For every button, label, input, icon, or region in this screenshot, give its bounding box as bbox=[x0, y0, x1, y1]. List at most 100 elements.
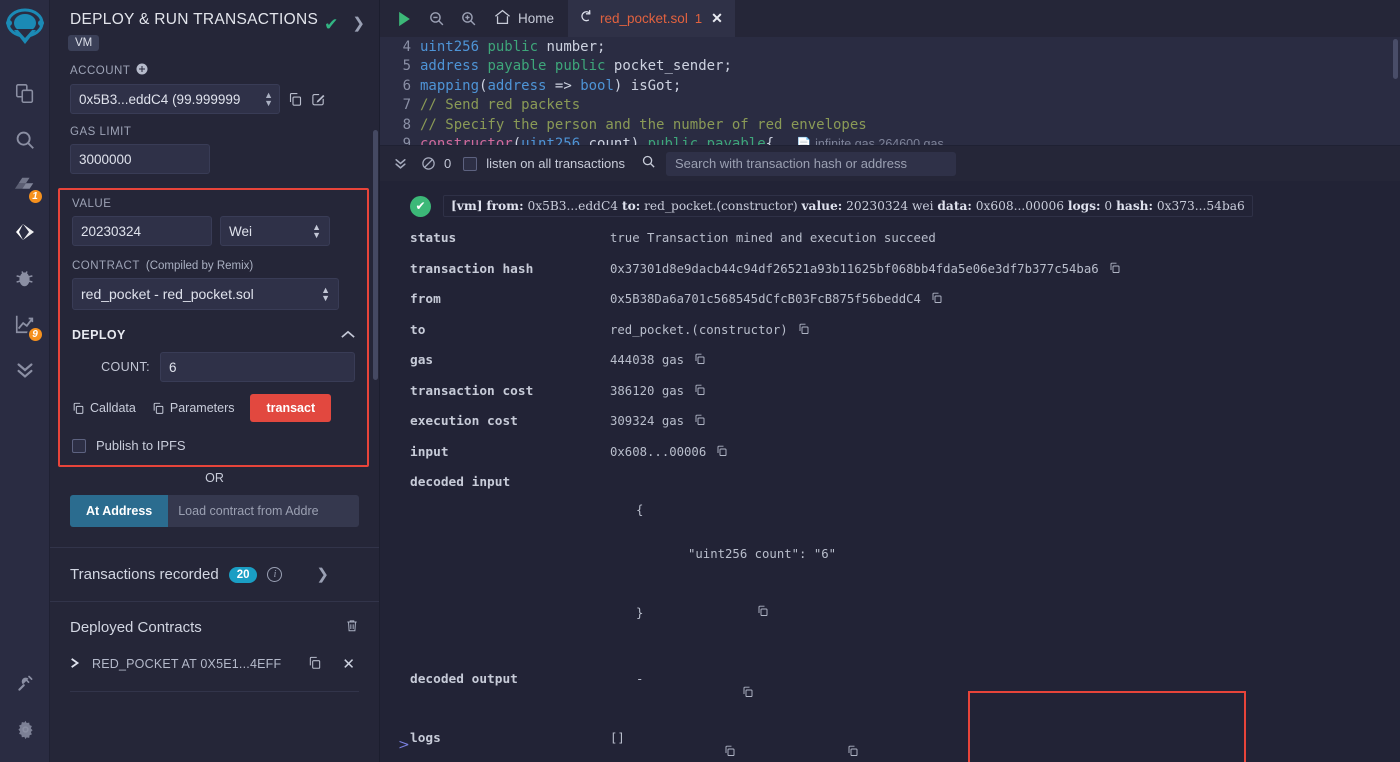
code-token: public bbox=[487, 39, 539, 55]
contract-spinner-icon[interactable]: ▲ ▼ bbox=[321, 286, 330, 303]
row-key: transaction hash bbox=[410, 261, 534, 277]
transact-button[interactable]: transact bbox=[250, 394, 332, 422]
terminal-search-group: Search with transaction hash or address bbox=[641, 151, 956, 176]
value-input[interactable]: 20230324 bbox=[72, 216, 212, 246]
count-input[interactable]: 6 bbox=[160, 352, 355, 382]
listen-checkbox[interactable] bbox=[463, 156, 478, 171]
trash-icon[interactable] bbox=[345, 618, 359, 637]
copy-icon[interactable] bbox=[694, 414, 706, 429]
gas-limit-input[interactable]: 3000000 bbox=[70, 144, 210, 174]
row-value-cell: 444038 gas bbox=[610, 353, 706, 368]
terminal-collapse-icon[interactable] bbox=[386, 146, 414, 182]
code-token: address bbox=[487, 77, 547, 94]
code-editor[interactable]: 456789 uint256 public number; address pay… bbox=[380, 37, 1400, 145]
account-spinner-icon[interactable]: ▲ ▼ bbox=[264, 91, 273, 108]
unit-spinner-icon[interactable]: ▲ ▼ bbox=[312, 223, 321, 240]
transaction-summary-row[interactable]: ✔ [vm] from: 0x5B3...eddC4 to: red_pocke… bbox=[380, 195, 1400, 217]
copy-icon[interactable] bbox=[694, 353, 706, 368]
value-label: VALUE bbox=[72, 198, 112, 210]
transactions-recorded-chevron-icon[interactable]: ❯ bbox=[316, 567, 329, 582]
tab-close-icon[interactable]: ✕ bbox=[711, 10, 723, 27]
listen-on-all-transactions-toggle[interactable]: listen on all transactions bbox=[463, 156, 625, 171]
copy-icon[interactable] bbox=[694, 384, 706, 399]
zoom-in-icon[interactable] bbox=[452, 0, 484, 37]
search-placeholder: Search with transaction hash or address bbox=[674, 156, 907, 171]
copy-decoded-output-icon[interactable] bbox=[653, 672, 754, 715]
value-unit-select[interactable]: Wei ▲ ▼ bbox=[220, 216, 330, 246]
editor-line[interactable]: // Specify the person and the number of … bbox=[420, 116, 1400, 135]
left-panel-scrollbar[interactable] bbox=[373, 130, 378, 380]
settings-gear-icon[interactable] bbox=[0, 706, 50, 752]
calldata-button[interactable]: Calldata bbox=[72, 401, 136, 415]
copy-icon[interactable] bbox=[931, 292, 943, 307]
analyzer-badge: 9 bbox=[26, 326, 44, 343]
editor-code[interactable]: uint256 public number; address payable pu… bbox=[420, 37, 1400, 145]
decoded-input-line-2: "uint256 count": "6" bbox=[688, 547, 837, 561]
terminal-output: ✔ [vm] from: 0x5B3...eddC4 to: red_pocke… bbox=[380, 181, 1400, 762]
transactions-recorded-row[interactable]: Transactions recorded 20 i ❯ bbox=[50, 548, 379, 601]
play-icon[interactable] bbox=[388, 0, 420, 37]
account-label-text: ACCOUNT bbox=[70, 64, 131, 77]
list-item[interactable]: RED_POCKET AT 0X5E1...4EFF ✕ bbox=[50, 645, 379, 683]
solidity-compiler-icon[interactable]: 1 bbox=[0, 163, 50, 209]
code-token: => bbox=[546, 77, 581, 94]
code-token: // Send red packets bbox=[420, 97, 581, 114]
contract-select[interactable]: red_pocket - red_pocket.sol ▲ ▼ bbox=[72, 278, 339, 310]
info-icon[interactable]: i bbox=[267, 567, 283, 582]
editor-line[interactable]: mapping(address => bool) isGot; bbox=[420, 77, 1400, 96]
remix-logo-icon bbox=[5, 8, 44, 53]
editor-line[interactable]: // Send red packets bbox=[420, 96, 1400, 115]
row-key: to bbox=[410, 322, 426, 338]
copy-contract-address-icon[interactable] bbox=[308, 656, 322, 673]
highlight-box-deploy-section: VALUE 20230324 Wei ▲ ▼ CONTRACT (Compiled… bbox=[58, 188, 369, 467]
search-input[interactable]: Search with transaction hash or address bbox=[665, 151, 956, 176]
debugger-icon[interactable] bbox=[0, 255, 50, 301]
copy-icon[interactable] bbox=[716, 445, 728, 460]
double-chevron-down-icon[interactable] bbox=[0, 347, 50, 393]
file-explorer-icon[interactable] bbox=[0, 71, 50, 117]
editor-line[interactable]: constructor(uint256 count) public payabl… bbox=[420, 135, 1400, 145]
editor-line[interactable]: uint256 public number; bbox=[420, 38, 1400, 57]
copy-account-icon[interactable] bbox=[288, 92, 303, 107]
search-icon[interactable] bbox=[641, 154, 656, 174]
editor-scrollbar[interactable] bbox=[1393, 39, 1398, 79]
close-contract-icon[interactable]: ✕ bbox=[342, 655, 355, 673]
at-address-input[interactable]: Load contract from Addre bbox=[168, 495, 359, 527]
compiler-badge: 1 bbox=[26, 188, 44, 205]
copy-icon[interactable] bbox=[1109, 262, 1121, 277]
tab-red-pocket-sol[interactable]: red_pocket.sol 1 ✕ bbox=[568, 0, 735, 37]
row-value-cell: true Transaction mined and execution suc… bbox=[610, 231, 936, 245]
code-token: uint256 bbox=[521, 135, 581, 145]
edit-account-icon[interactable] bbox=[311, 92, 326, 107]
copy-decoded-input-icon[interactable] bbox=[653, 591, 769, 634]
editor-line[interactable]: address payable public pocket_sender; bbox=[420, 57, 1400, 76]
chevron-up-icon[interactable] bbox=[341, 328, 355, 342]
clear-terminal-icon[interactable] bbox=[414, 146, 442, 182]
search-icon[interactable] bbox=[0, 117, 50, 163]
code-token: address bbox=[420, 58, 480, 75]
code-token: ( bbox=[512, 135, 522, 145]
expand-contract-chevron-icon[interactable] bbox=[70, 657, 80, 672]
deploy-run-transactions-icon[interactable] bbox=[0, 209, 50, 255]
terminal-prompt-row[interactable]: > bbox=[380, 728, 1400, 762]
home-label: Home bbox=[518, 11, 555, 26]
account-select[interactable]: 0x5B3...eddC4 (99.999999 ▲ ▼ bbox=[70, 84, 280, 114]
panel-expand-chevron-icon[interactable]: ❯ bbox=[352, 16, 365, 33]
parameters-button[interactable]: Parameters bbox=[152, 401, 234, 415]
solidity-analyzers-icon[interactable]: 9 bbox=[0, 301, 50, 347]
publish-to-ipfs-checkbox[interactable] bbox=[72, 438, 86, 453]
home-tab[interactable]: Home bbox=[484, 0, 568, 37]
copy-icon[interactable] bbox=[798, 323, 810, 338]
row-value: 444038 gas bbox=[610, 353, 685, 367]
code-token: payable bbox=[487, 58, 547, 75]
table-row: to red_pocket.(constructor) bbox=[380, 323, 1400, 338]
row-value-cell: 0x37301d8e9dacb44c94df26521a93b11625bf06… bbox=[610, 262, 1121, 277]
at-address-button[interactable]: At Address bbox=[70, 495, 169, 527]
table-row: gas 444038 gas bbox=[380, 353, 1400, 368]
summary-token: hash: bbox=[1116, 199, 1154, 213]
plus-circle-icon[interactable] bbox=[136, 63, 148, 78]
plugin-manager-icon[interactable] bbox=[0, 660, 50, 706]
zoom-out-icon[interactable] bbox=[420, 0, 452, 37]
editor-line-number: 7 bbox=[402, 97, 411, 114]
